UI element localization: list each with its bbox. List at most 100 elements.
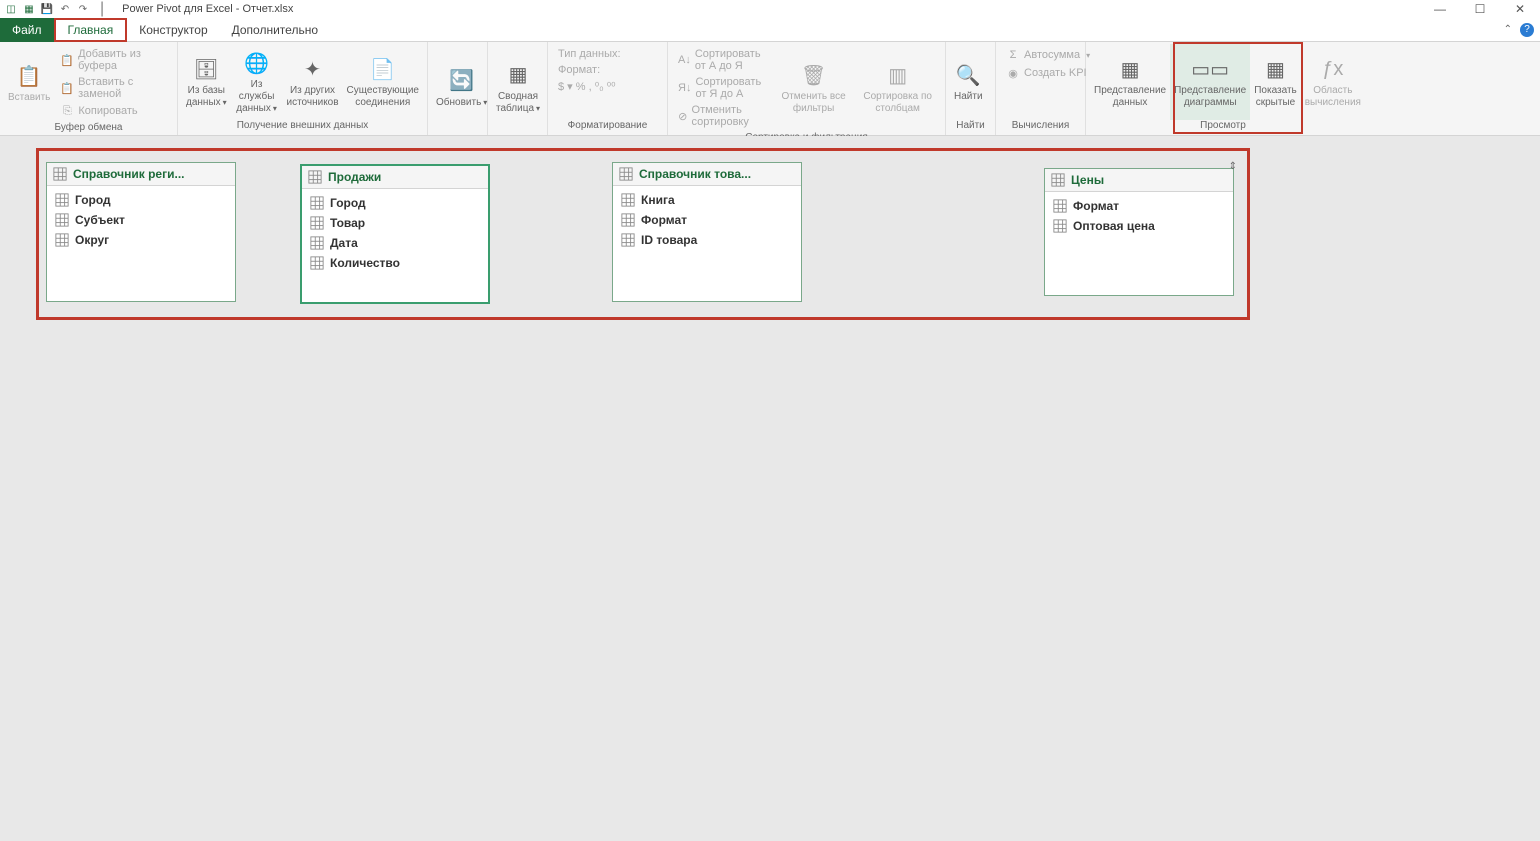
table-header[interactable]: Продажи: [302, 166, 488, 189]
autosum-button[interactable]: ΣАвтосумма▾: [1002, 46, 1094, 64]
diagram-view-icon: ▭▭: [1196, 55, 1224, 83]
table-icon: [619, 167, 633, 181]
minimize-button[interactable]: —: [1420, 0, 1460, 18]
from-other-button[interactable]: ✦Из других источников: [282, 44, 342, 120]
tab-home[interactable]: Главная: [54, 18, 128, 42]
group-label-formatting: Форматирование: [552, 120, 663, 133]
data-view-button[interactable]: ▦Представление данных: [1090, 44, 1170, 120]
column-icon: [621, 233, 635, 247]
powerpivot-icon: ◫: [4, 2, 18, 16]
calc-area-button[interactable]: ƒxОбласть вычисления: [1301, 44, 1365, 120]
format-label: Формат:: [554, 62, 625, 78]
add-from-buffer-button[interactable]: 📋Добавить из буфера: [56, 46, 171, 74]
undo-icon[interactable]: ↶: [58, 2, 72, 16]
field-row[interactable]: Город: [47, 190, 235, 210]
copy-button[interactable]: ⎘Копировать: [56, 102, 171, 120]
app-title: Power Pivot для Excel: [122, 3, 233, 15]
column-icon: [1053, 199, 1067, 213]
table-box[interactable]: Справочник това... Книга ФорматID товара: [612, 162, 802, 302]
table-header[interactable]: Цены: [1045, 169, 1233, 192]
field-name: Город: [330, 196, 366, 210]
existing-conn-button[interactable]: 📄Существующие соединения: [343, 44, 423, 120]
from-db-button[interactable]: 🗄Из базы данных▾: [182, 44, 231, 120]
save-icon[interactable]: 💾: [40, 2, 54, 16]
excel-icon: ▦: [22, 2, 36, 16]
format-buttons[interactable]: $ ▾ % , ⁰₀ ⁰⁰: [554, 78, 625, 95]
column-icon: [621, 193, 635, 207]
field-row[interactable]: Дата: [302, 233, 488, 253]
field-row[interactable]: Формат: [613, 210, 801, 230]
field-name: Округ: [75, 233, 109, 247]
table-box[interactable]: Справочник реги... Город Субъект Округ: [46, 162, 236, 302]
maximize-button[interactable]: ☐: [1460, 0, 1500, 18]
clear-sort-button[interactable]: ⊘Отменить сортировку: [674, 102, 771, 130]
copy-icon: ⎘: [60, 104, 74, 118]
group-label-calc: Вычисления: [1000, 120, 1081, 133]
field-row[interactable]: ID товара: [613, 230, 801, 250]
resize-handle[interactable]: ⇕: [1229, 161, 1237, 172]
from-service-button[interactable]: 🌐Из службы данных▾: [231, 44, 283, 120]
sort-za-button[interactable]: Я↓Сортировать от Я до А: [674, 74, 771, 102]
refresh-icon: 🔄: [448, 67, 476, 95]
sort-by-col-button[interactable]: ▥Сортировка по столбцам: [854, 44, 941, 132]
column-icon: [55, 233, 69, 247]
column-icon: [55, 213, 69, 227]
tab-file[interactable]: Файл: [0, 18, 54, 42]
redo-icon[interactable]: ↷: [76, 2, 90, 16]
field-row[interactable]: Округ: [47, 230, 235, 250]
group-label-find: Найти: [950, 120, 991, 133]
field-row[interactable]: Город: [302, 193, 488, 213]
table-header[interactable]: Справочник това...: [613, 163, 801, 186]
calc-area-icon: ƒx: [1319, 55, 1347, 83]
paste-replace-button[interactable]: 📋Вставить с заменой: [56, 74, 171, 102]
refresh-button[interactable]: 🔄Обновить▾: [432, 44, 491, 131]
diagram-canvas[interactable]: Справочник реги... Город Субъект Округ Прода…: [0, 136, 1540, 841]
pivot-table-button[interactable]: ▦Сводная таблица▾: [492, 44, 544, 131]
field-row[interactable]: Субъект: [47, 210, 235, 230]
group-label-getdata: Получение внешних данных: [182, 120, 423, 133]
clipboard-add-icon: 📋: [60, 53, 74, 67]
table-box[interactable]: ЦеныФорматОптовая цена⇕: [1044, 168, 1234, 296]
datatype-label: Тип данных:: [554, 46, 625, 62]
field-name: Субъект: [75, 213, 125, 227]
field-name: Формат: [1073, 199, 1119, 213]
field-row[interactable]: Оптовая цена: [1045, 216, 1233, 236]
clear-sort-icon: ⊘: [678, 109, 688, 123]
create-kpi-button[interactable]: ◉Создать KPI: [1002, 64, 1094, 82]
show-hidden-button[interactable]: ▦Показать скрытые: [1250, 44, 1301, 120]
field-row[interactable]: Книга: [613, 190, 801, 210]
diagram-view-button[interactable]: ▭▭Представление диаграммы: [1170, 44, 1250, 120]
close-button[interactable]: ✕: [1500, 0, 1540, 18]
clear-filters-button[interactable]: 🗑Отменить все фильтры: [773, 44, 855, 132]
table-icon: [308, 170, 322, 184]
paste-button[interactable]: 📋 Вставить: [4, 44, 54, 122]
table-header[interactable]: Справочник реги...: [47, 163, 235, 186]
table-name: Справочник реги...: [73, 167, 184, 181]
column-icon: [310, 216, 324, 230]
collapse-ribbon-icon[interactable]: ⌃: [1504, 24, 1512, 35]
field-row[interactable]: Товар: [302, 213, 488, 233]
tab-design[interactable]: Конструктор: [127, 18, 219, 42]
table-name: Справочник това...: [639, 167, 751, 181]
column-icon: [1053, 219, 1067, 233]
table-box[interactable]: Продажи Город ТоварДатаКоличество: [300, 164, 490, 304]
table-icon: [1051, 173, 1065, 187]
help-icon[interactable]: ?: [1520, 23, 1534, 37]
column-icon: [55, 193, 69, 207]
file-name: Отчет.xlsx: [242, 3, 293, 15]
connections-icon: 📄: [369, 55, 397, 83]
sort-za-icon: Я↓: [678, 81, 691, 95]
field-name: Книга: [641, 193, 675, 207]
table-name: Продажи: [328, 170, 381, 184]
group-label-view: Просмотр: [1090, 120, 1356, 133]
find-button[interactable]: 🔍Найти: [950, 44, 987, 120]
field-name: Город: [75, 193, 111, 207]
column-icon: [621, 213, 635, 227]
field-row[interactable]: Формат: [1045, 196, 1233, 216]
sort-az-icon: A↓: [678, 53, 691, 67]
tab-advanced[interactable]: Дополнительно: [220, 18, 330, 42]
ribbon-tabs: Файл Главная Конструктор Дополнительно ⌃…: [0, 18, 1540, 42]
sort-az-button[interactable]: A↓Сортировать от А до Я: [674, 46, 771, 74]
field-row[interactable]: Количество: [302, 253, 488, 273]
show-hidden-icon: ▦: [1261, 55, 1289, 83]
